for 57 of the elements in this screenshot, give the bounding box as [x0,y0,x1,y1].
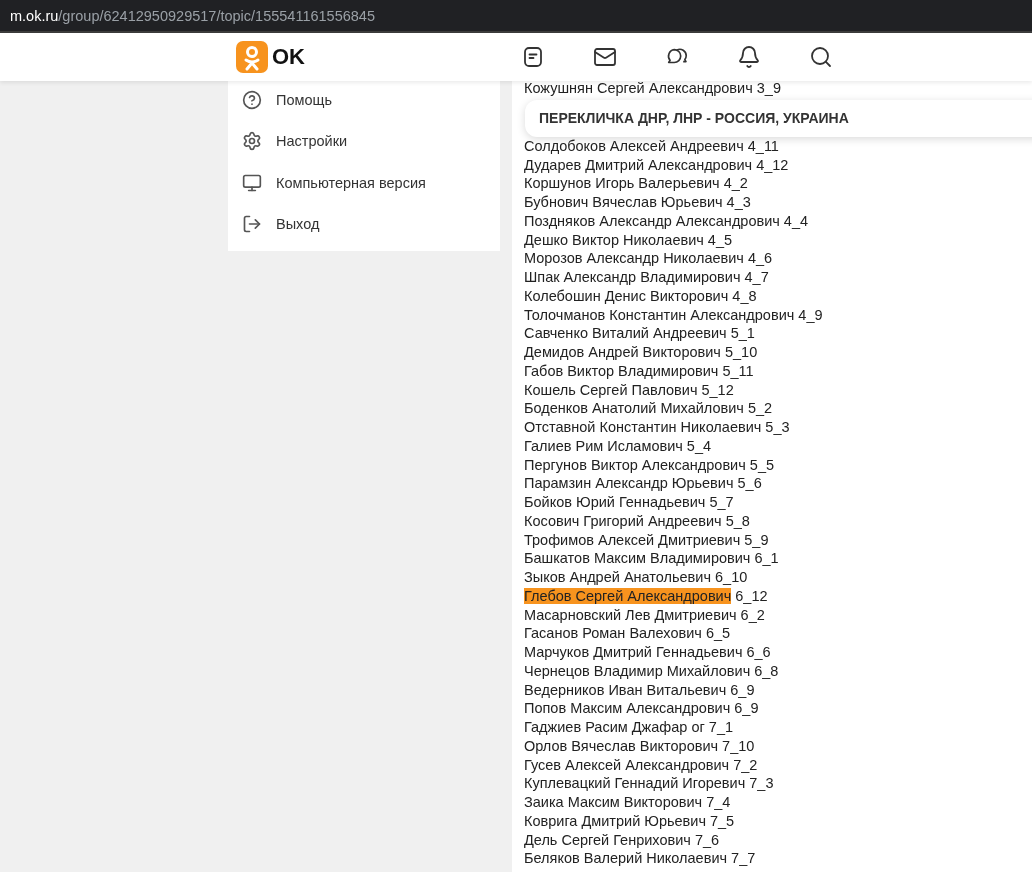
list-line: Савченко Виталий Андреевич 5_1 [524,324,756,343]
list-line: Марчуков Дмитрий Геннадьевич 6_6 [524,643,772,662]
list-line: Дударев Дмитрий Александрович 4_12 [524,155,790,175]
list-line: Кожушнян Сергей Александрович 3_9 [524,79,782,98]
list-line: Бойков Юрий Геннадьевич 5_7 [524,493,735,512]
list-line: Заика Максим Викторович 7_4 [524,793,732,812]
mail-icon[interactable] [593,45,617,69]
search-icon[interactable] [809,45,833,69]
feed-icon[interactable] [521,45,545,69]
topic-title: ПЕРЕКЛИЧКА ДНР, ЛНР - РОССИЯ, УКРАИНА [525,99,1032,137]
list-line: Беляков Валерий Николаевич 7_7 [524,849,757,868]
menu-item[interactable]: Помощь [276,91,332,108]
list-line: Масарновский Лев Дмитриевич 6_2 [524,605,766,625]
url-path: /group/62412950929517/topic/155541161556845 [58,7,375,24]
list-line: Габов Виктор Владимирович 5_11 [524,361,755,381]
list-line: Гасанов Роман Валехович 6_5 [524,624,732,643]
list-line: Отставной Константин Николаевич 5_3 [524,418,791,437]
menu-item[interactable]: Компьютерная версия [276,174,426,191]
list-line: Ведерников Иван Витальевич 6_9 [524,680,756,700]
logo-text[interactable]: OK [272,44,305,70]
list-line: Демидов Андрей Викторович 5_10 [524,343,759,362]
list-line: Галиев Рим Исламович 5_4 [524,436,713,456]
list-line: Коршунов Игорь Валерьевич 4_2 [524,174,749,193]
settings-icon [242,131,262,152]
list-line: Коврига Дмитрий Юрьевич 7_5 [524,811,736,831]
list-line: Парамзин Александр Юрьевич 5_6 [524,474,763,493]
list-line: Косович Григорий Андреевич 5_8 [524,511,751,531]
list-line: Гаджиев Расим Джафар ог 7_1 [524,718,735,737]
list-line: Дель Сергей Генрихович 7_6 [524,830,721,850]
list-line: Пергунов Виктор Александрович 5_5 [524,455,775,475]
logout-icon [242,214,262,235]
list-line: Зыков Андрей Анатольевич 6_10 [524,568,749,587]
address-bar[interactable]: m.ok.ru/group/62412950929517/topic/155541161556845 [0,0,1032,33]
list-line: Шпак Александр Владимирович 4_7 [524,268,770,287]
list-line: Куплевацкий Геннадий Игоревич 7_3 [524,774,775,793]
list-line: Глебов Сергей Александрович 6_12 [524,586,769,606]
help-icon [242,89,262,110]
list-line: Толочманов Константин Александрович 4_9 [524,305,824,325]
url-host: m.ok.ru [10,7,59,24]
list-line: Колебошин Денис Викторович 4_8 [524,286,758,306]
menu-item[interactable]: Выход [276,216,320,233]
list-line: Орлов Вячеслав Викторович 7_10 [524,736,756,756]
list-line: Трофимов Алексей Дмитриевич 5_9 [524,530,770,550]
list-line: Поздняков Александр Александрович 4_4 [524,211,810,231]
list-line: Башкатов Максим Владимирович 6_1 [524,549,780,568]
list-line: Морозов Александр Николаевич 4_6 [524,249,774,268]
list-line: Попов Максим Александрович 6_9 [524,699,760,718]
bell-icon[interactable] [737,45,761,69]
list-line: Боденков Анатолий Михайлович 5_2 [524,399,774,418]
monitor-icon [242,172,262,193]
list-line: Чернецов Владимир Михайлович 6_8 [524,661,780,681]
list-line: Бубнович Вячеслав Юрьевич 4_3 [524,193,752,212]
list-line: Солдобоков Алексей Андреевич 4_11 [524,136,780,156]
list-line: Гусев Алексей Александрович 7_2 [524,755,759,775]
list-line: Дешко Виктор Николаевич 4_5 [524,230,734,250]
menu-item[interactable]: Настройки [276,133,348,150]
list-line: Кошель Сергей Павлович 5_12 [524,380,735,400]
